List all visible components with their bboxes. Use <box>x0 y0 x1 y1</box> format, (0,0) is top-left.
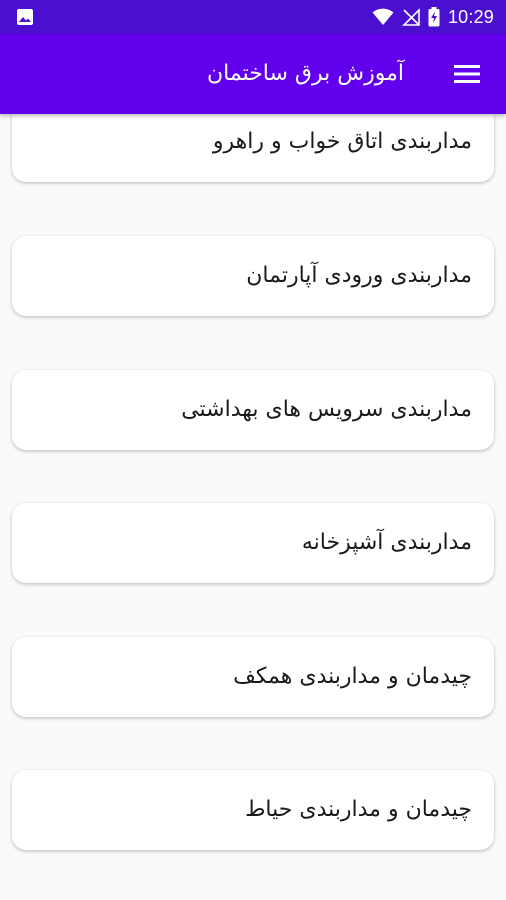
hamburger-menu-icon[interactable] <box>454 62 480 86</box>
list-item-label: چیدمان و مداربندی حیاط <box>245 797 472 822</box>
list-item[interactable]: مداربندی ورودی آپارتمان <box>12 236 494 316</box>
list-item[interactable]: چیدمان و مداربندی همکف <box>12 637 494 717</box>
list-item-label: مداربندی ورودی آپارتمان <box>246 263 472 288</box>
no-signal-icon <box>402 8 420 26</box>
list-item-label: مداربندی سرویس های بهداشتی <box>181 397 472 422</box>
list-item[interactable]: مداربندی اتاق خواب و راهرو <box>12 114 494 182</box>
status-time: 10:29 <box>447 6 494 27</box>
battery-charging-icon <box>428 7 440 27</box>
status-icons: 10:29 <box>372 0 494 34</box>
gallery-notification-icon <box>17 9 33 25</box>
list-item-label: چیدمان و مداربندی همکف <box>233 664 472 689</box>
list-item-label: مداربندی آشپزخانه <box>301 530 472 555</box>
list-item[interactable]: چیدمان و مداربندی حیاط <box>12 770 494 850</box>
app-title: آموزش برق ساختمان <box>206 61 404 86</box>
lesson-list: مداربندی اتاق خواب و راهرو مداربندی ورود… <box>0 114 506 900</box>
list-item-label: مداربندی اتاق خواب و راهرو <box>212 129 472 154</box>
list-item[interactable]: مداربندی سرویس های بهداشتی <box>12 370 494 450</box>
status-bar: 10:29 <box>0 0 506 34</box>
app-bar: آموزش برق ساختمان <box>0 34 506 114</box>
list-item[interactable]: مداربندی آشپزخانه <box>12 503 494 583</box>
wifi-icon <box>372 8 394 25</box>
